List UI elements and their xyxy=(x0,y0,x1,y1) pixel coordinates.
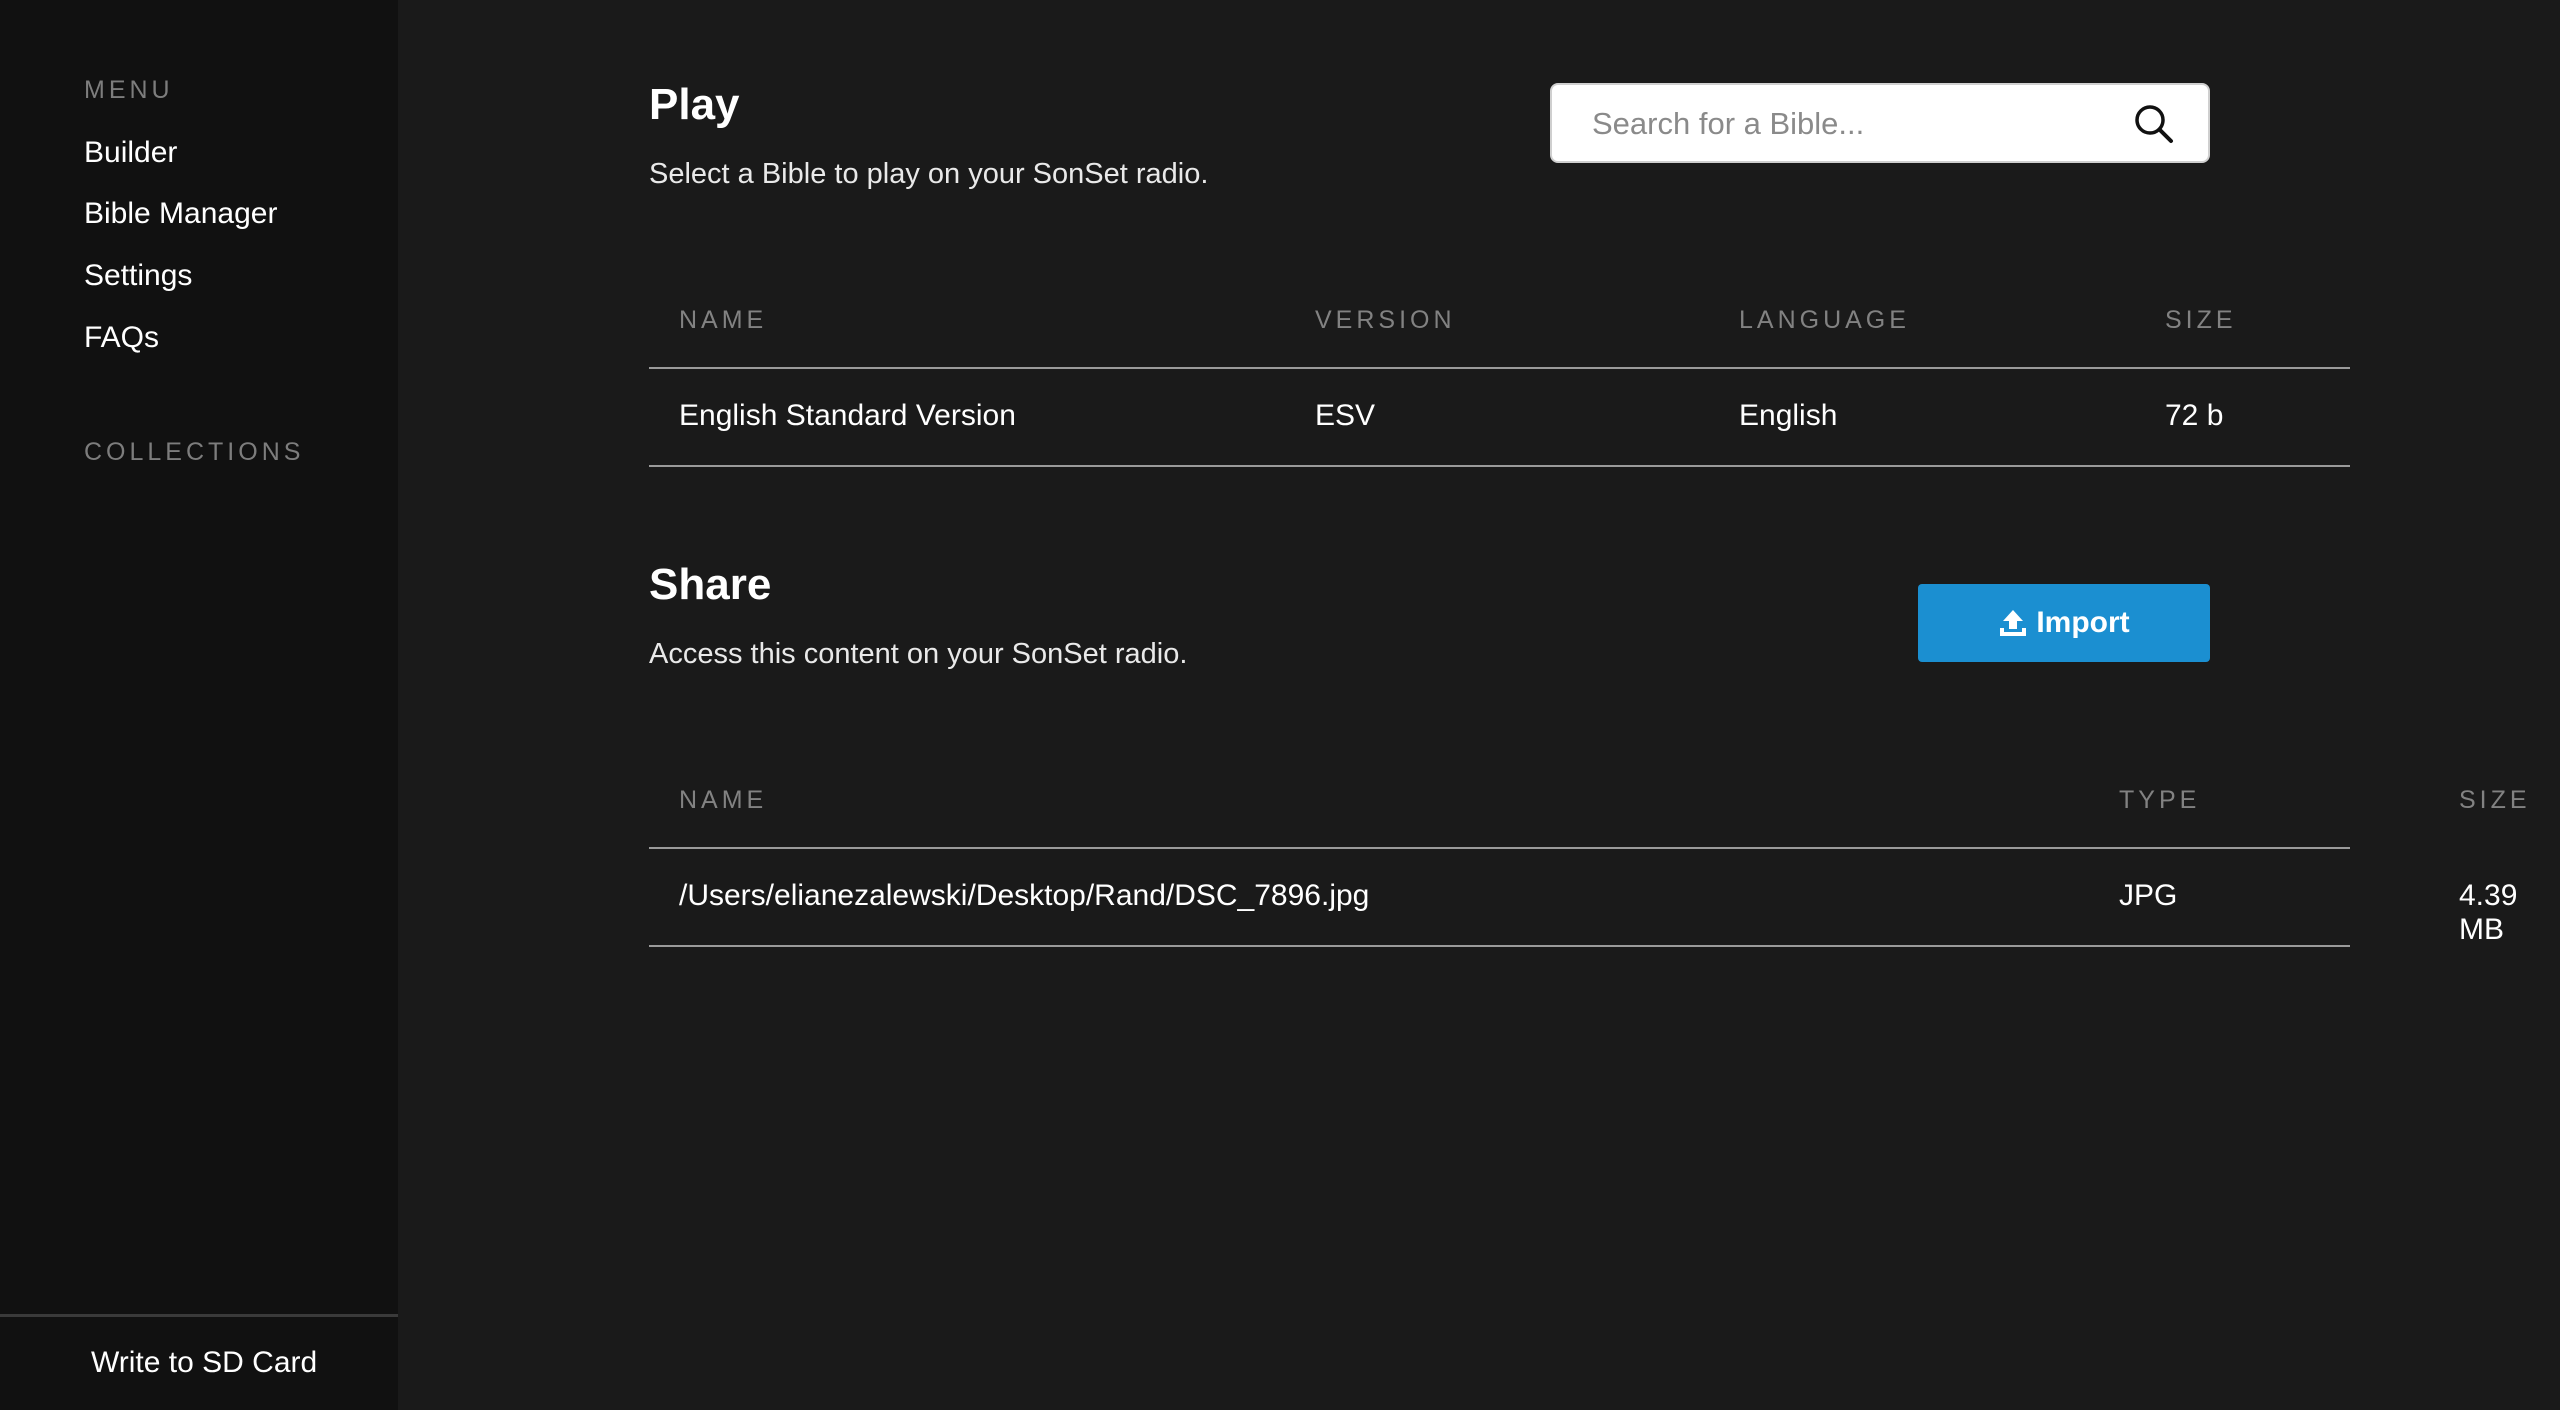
sidebar-footer: Write to SD Card xyxy=(0,1314,398,1410)
app-window: MENU Builder Bible Manager Settings FAQs… xyxy=(0,0,2560,1410)
menu-heading: MENU xyxy=(84,76,174,104)
cell-name: English Standard Version xyxy=(679,399,1016,432)
share-subtitle: Access this content on your SonSet radio… xyxy=(649,638,1188,670)
cell-size: 72 b xyxy=(2165,399,2224,432)
column-header-version: VERSION xyxy=(1315,306,1456,334)
row-divider xyxy=(649,465,2350,467)
column-header-size: SIZE xyxy=(2459,786,2531,814)
sidebar-item-bible-manager[interactable]: Bible Manager xyxy=(84,197,277,231)
column-header-name: NAME xyxy=(679,786,768,814)
column-header-size: SIZE xyxy=(2165,306,2237,334)
table-row[interactable]: /Users/elianezalewski/Desktop/Rand/DSC_7… xyxy=(649,849,2517,947)
sidebar-item-settings[interactable]: Settings xyxy=(84,259,192,293)
cell-type: JPG xyxy=(2119,879,2178,912)
sidebar: MENU Builder Bible Manager Settings FAQs… xyxy=(0,0,398,1410)
column-header-language: LANGUAGE xyxy=(1739,306,1910,334)
import-label: Import xyxy=(2036,606,2130,639)
play-title: Play xyxy=(649,80,740,129)
sidebar-item-builder[interactable]: Builder xyxy=(84,136,177,170)
write-to-sd-card-button[interactable]: Write to SD Card xyxy=(91,1346,317,1380)
upload-icon xyxy=(2000,610,2027,636)
cell-size: 4.39 MB xyxy=(2459,879,2518,946)
share-title: Share xyxy=(649,560,772,609)
sidebar-item-faqs[interactable]: FAQs xyxy=(84,321,159,355)
table-row[interactable]: English Standard Version ESV English 72 … xyxy=(649,369,2350,467)
import-button[interactable]: Import xyxy=(1918,584,2210,662)
row-divider xyxy=(649,945,2350,947)
share-table: NAME TYPE SIZE /Users/elianezalewski/Des… xyxy=(649,786,2527,951)
play-subtitle: Select a Bible to play on your SonSet ra… xyxy=(649,158,1209,190)
column-header-name: NAME xyxy=(679,306,768,334)
bible-table: NAME VERSION LANGUAGE SIZE English Stand… xyxy=(649,306,2350,471)
search-icon[interactable] xyxy=(2133,103,2175,145)
collections-heading: COLLECTIONS xyxy=(84,438,305,466)
cell-name: /Users/elianezalewski/Desktop/Rand/DSC_7… xyxy=(679,879,1370,912)
cell-version: ESV xyxy=(1315,399,1376,432)
cell-language: English xyxy=(1739,399,1838,432)
main-content: Play Select a Bible to play on your SonS… xyxy=(398,0,2560,1410)
search-box xyxy=(1550,83,2210,163)
search-input[interactable] xyxy=(1590,85,2114,163)
column-header-type: TYPE xyxy=(2119,786,2201,814)
